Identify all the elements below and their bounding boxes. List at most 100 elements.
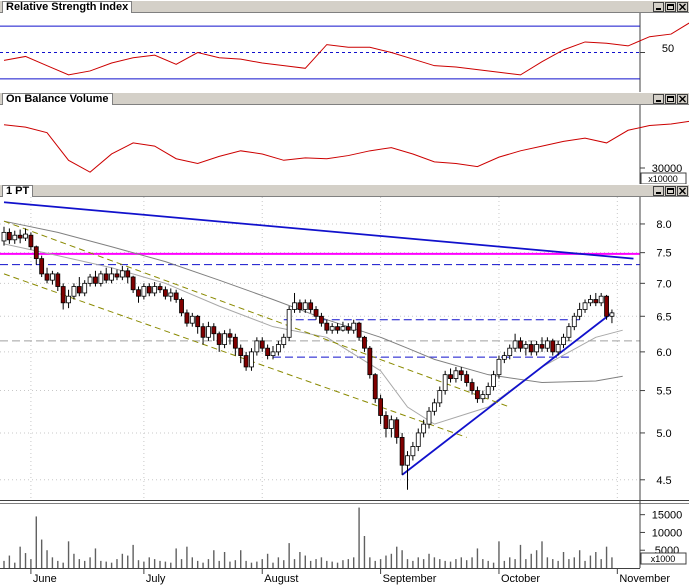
candle-body bbox=[297, 302, 303, 310]
candle-body bbox=[415, 432, 421, 447]
volume-bar bbox=[105, 561, 107, 568]
volume-bar bbox=[487, 560, 489, 568]
volume-bar bbox=[299, 552, 301, 568]
month-label: July bbox=[146, 573, 166, 585]
candle-body bbox=[136, 289, 141, 297]
candle-body bbox=[55, 273, 61, 287]
volume-bar bbox=[240, 550, 242, 568]
volume-bar bbox=[406, 559, 409, 568]
volume-bar bbox=[412, 560, 414, 568]
candle-body bbox=[130, 276, 136, 291]
candle-body bbox=[173, 292, 179, 300]
candle-body bbox=[448, 374, 453, 379]
volume-bar bbox=[433, 557, 436, 568]
candle-body bbox=[109, 273, 114, 281]
minimize-icon[interactable] bbox=[653, 2, 664, 12]
maximize-icon[interactable] bbox=[665, 186, 676, 196]
volume-bar bbox=[78, 559, 81, 568]
maximize-icon[interactable] bbox=[665, 94, 676, 104]
volume-bar bbox=[3, 560, 5, 568]
volume-bar bbox=[358, 507, 360, 568]
candle-body bbox=[195, 315, 201, 328]
close-icon[interactable] bbox=[677, 186, 688, 196]
candle-body bbox=[544, 340, 550, 349]
volume-bar bbox=[600, 559, 602, 568]
obv-pane: On Balance Volume 30000 x10000 bbox=[0, 92, 689, 184]
maximize-icon[interactable] bbox=[665, 2, 676, 12]
volume-bar bbox=[315, 559, 317, 568]
volume-bar bbox=[261, 559, 263, 568]
candle-body bbox=[6, 231, 12, 241]
volume-bar bbox=[449, 561, 452, 568]
candle-body bbox=[335, 326, 340, 331]
volume-bar bbox=[460, 557, 462, 568]
volume-bar bbox=[266, 553, 269, 568]
minimize-icon[interactable] bbox=[653, 94, 664, 104]
close-icon[interactable] bbox=[677, 94, 688, 104]
volume-bar bbox=[379, 559, 382, 568]
volume-bar bbox=[116, 559, 118, 568]
volume-bar bbox=[170, 562, 172, 568]
candle-body bbox=[367, 347, 373, 376]
volume-bar bbox=[127, 555, 129, 568]
candle-body bbox=[458, 370, 464, 376]
close-icon[interactable] bbox=[677, 2, 688, 12]
candle-body bbox=[566, 326, 572, 338]
volume-bar bbox=[331, 561, 333, 568]
volume-bar bbox=[482, 559, 484, 568]
volume-bar bbox=[336, 562, 339, 568]
volume-bar bbox=[67, 541, 70, 568]
minimize-icon[interactable] bbox=[653, 186, 664, 196]
volume-bar bbox=[605, 546, 608, 568]
volume-bar bbox=[363, 536, 366, 568]
candle-body bbox=[421, 423, 427, 434]
price-titlebar[interactable]: 1 PT bbox=[0, 184, 689, 199]
candlestick bbox=[286, 306, 292, 341]
volume-pane: 15000 10000 5000 x1000 June July August Septe… bbox=[0, 500, 689, 586]
candlestick bbox=[39, 255, 45, 278]
volume-bar bbox=[132, 544, 134, 568]
volume-bar bbox=[202, 562, 204, 568]
rsi-pane: Relative Strength Index 50 bbox=[0, 0, 689, 92]
candle-body bbox=[162, 289, 168, 297]
candle-body bbox=[437, 390, 443, 404]
candle-body bbox=[577, 309, 583, 317]
volume-bar bbox=[213, 550, 215, 568]
candlestick bbox=[604, 294, 609, 320]
price-tick-label: 5.0 bbox=[656, 428, 671, 440]
volume-bar bbox=[272, 562, 274, 568]
volume-bar bbox=[186, 546, 188, 568]
candle-body bbox=[383, 415, 389, 429]
volume-bar bbox=[535, 550, 538, 568]
candlestick bbox=[28, 232, 34, 250]
volume-bar bbox=[30, 559, 32, 568]
price-tick-label: 6.5 bbox=[656, 311, 671, 323]
volume-bar bbox=[347, 559, 350, 568]
month-label: September bbox=[383, 573, 437, 585]
volume-bar bbox=[94, 548, 97, 568]
candle-body bbox=[200, 326, 206, 338]
candle-body bbox=[17, 234, 23, 239]
volume-bar bbox=[578, 550, 581, 568]
obv-titlebar[interactable]: On Balance Volume bbox=[0, 92, 689, 107]
volume-bar bbox=[35, 516, 37, 568]
candle-body bbox=[561, 336, 566, 345]
volume-bar bbox=[57, 560, 59, 568]
volume-bar bbox=[143, 561, 145, 568]
volume-bar bbox=[417, 557, 419, 568]
chart-window: Relative Strength Index 50 On Balance Vo… bbox=[0, 0, 689, 586]
volume-bar bbox=[422, 559, 425, 568]
candle-body bbox=[362, 336, 367, 349]
volume-bar bbox=[525, 559, 527, 568]
candle-body bbox=[351, 322, 357, 331]
candle-body bbox=[539, 344, 545, 349]
price-pane: 1 PT 8.0 7.5 7.0 6.5 6.0 5.5 5.0 4.5 bbox=[0, 184, 689, 500]
candle-body bbox=[491, 374, 496, 387]
volume-tick-label: 15000 bbox=[652, 510, 683, 522]
price-tick-label: 7.0 bbox=[656, 278, 671, 290]
candle-body bbox=[324, 322, 330, 331]
rsi-titlebar[interactable]: Relative Strength Index bbox=[0, 0, 689, 15]
candle-body bbox=[518, 340, 523, 349]
candle-body bbox=[286, 309, 292, 338]
candle-body bbox=[313, 309, 319, 317]
